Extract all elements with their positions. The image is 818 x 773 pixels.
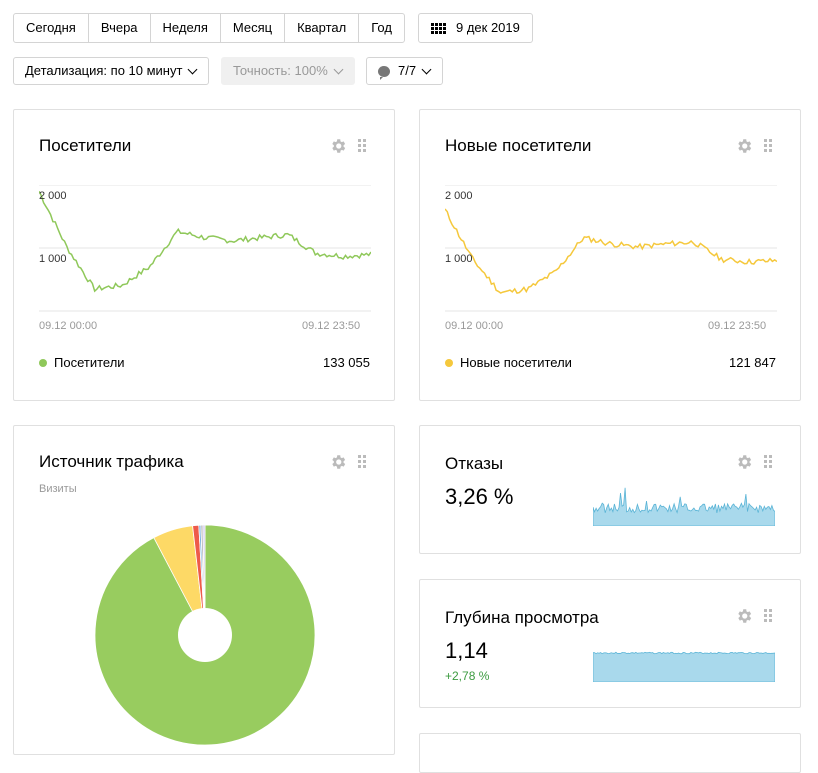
x-tick-label: 09.12 23:50 xyxy=(708,320,767,332)
y-tick-label: 2 000 xyxy=(39,190,67,202)
legend-label: Новые посетители xyxy=(460,355,572,370)
drag-handle-icon[interactable] xyxy=(358,455,366,468)
legend-item: Новые посетители xyxy=(445,355,572,370)
x-tick-label: 09.12 00:00 xyxy=(39,320,98,332)
traffic-source-widget: Источник трафика Визиты xyxy=(13,425,395,755)
widget-title: Новые посетители xyxy=(445,136,592,155)
chevron-down-icon xyxy=(333,64,344,74)
new-visitors-widget: Новые посетители 2 000 1 000 09.12 00:00… xyxy=(419,109,801,401)
chevron-down-icon xyxy=(421,64,432,74)
y-tick-label: 1 000 xyxy=(445,253,473,265)
widget-title: Глубина просмотра xyxy=(445,608,599,627)
gear-icon[interactable] xyxy=(329,137,347,155)
gear-icon[interactable] xyxy=(735,453,753,471)
accuracy-label: Точность: 100% xyxy=(233,63,328,78)
segments-label: 7/7 xyxy=(398,63,417,78)
legend-dot xyxy=(445,358,453,367)
comment-icon xyxy=(378,65,390,80)
bounce-rate-widget: Отказы 3,26 % xyxy=(419,425,801,554)
gear-icon[interactable] xyxy=(735,607,753,625)
accuracy-dropdown[interactable]: Точность: 100% xyxy=(221,57,355,85)
date-label: 9 дек 2019 xyxy=(456,20,520,35)
legend-item: Посетители xyxy=(39,355,125,370)
bounce-sparkline-area xyxy=(593,487,775,526)
period-quarter-button[interactable]: Квартал xyxy=(285,14,360,42)
legend-label: Посетители xyxy=(54,355,125,370)
new-visitors-chart xyxy=(445,185,777,312)
drag-handle-icon[interactable] xyxy=(358,139,366,152)
segments-dropdown[interactable]: 7/7 xyxy=(366,57,444,85)
period-selector: Сегодня Вчера Неделя Месяц Квартал Год xyxy=(13,13,405,43)
legend-dot xyxy=(39,358,47,367)
gear-icon[interactable] xyxy=(329,453,347,471)
visitors-widget: Посетители 2 000 1 000 09.12 00:00 09.12… xyxy=(13,109,395,401)
x-tick-label: 09.12 00:00 xyxy=(445,320,504,332)
pie-hole xyxy=(178,608,232,662)
detail-label: Детализация: по 10 минут xyxy=(25,63,183,78)
calendar-icon xyxy=(431,22,446,34)
metric-value: 1,14 xyxy=(445,638,488,663)
total-value: 133 055 xyxy=(323,355,370,370)
period-year-button[interactable]: Год xyxy=(359,14,404,42)
page-depth-widget: Глубина просмотра 1,14 +2,78 % xyxy=(419,579,801,708)
detail-dropdown[interactable]: Детализация: по 10 минут xyxy=(13,57,210,85)
visitors-series-line xyxy=(39,190,371,293)
traffic-pie-chart xyxy=(94,524,316,746)
depth-sparkline-area xyxy=(593,651,775,682)
period-month-button[interactable]: Месяц xyxy=(221,14,286,42)
visitors-chart xyxy=(39,185,371,312)
widget-subtitle: Визиты xyxy=(39,483,77,495)
bounce-sparkline xyxy=(593,487,775,526)
y-tick-label: 1 000 xyxy=(39,253,67,265)
widget-title: Посетители xyxy=(39,136,132,155)
metric-delta: +2,78 % xyxy=(445,669,490,683)
widget-title: Отказы xyxy=(445,454,504,473)
gear-icon[interactable] xyxy=(735,137,753,155)
metric-value: 3,26 % xyxy=(445,484,514,509)
total-value: 121 847 xyxy=(729,355,776,370)
drag-handle-icon[interactable] xyxy=(764,609,772,622)
x-tick-label: 09.12 23:50 xyxy=(302,320,361,332)
new-visitors-series-line xyxy=(445,208,777,294)
period-week-button[interactable]: Неделя xyxy=(151,14,221,42)
drag-handle-icon[interactable] xyxy=(764,139,772,152)
period-today-button[interactable]: Сегодня xyxy=(14,14,89,42)
date-picker-button[interactable]: 9 дек 2019 xyxy=(418,13,533,43)
next-widget xyxy=(419,733,801,773)
drag-handle-icon[interactable] xyxy=(764,455,772,468)
y-tick-label: 2 000 xyxy=(445,190,473,202)
chevron-down-icon xyxy=(187,64,198,74)
depth-sparkline xyxy=(593,651,775,682)
period-yesterday-button[interactable]: Вчера xyxy=(89,14,151,42)
widget-title: Источник трафика xyxy=(39,452,184,471)
